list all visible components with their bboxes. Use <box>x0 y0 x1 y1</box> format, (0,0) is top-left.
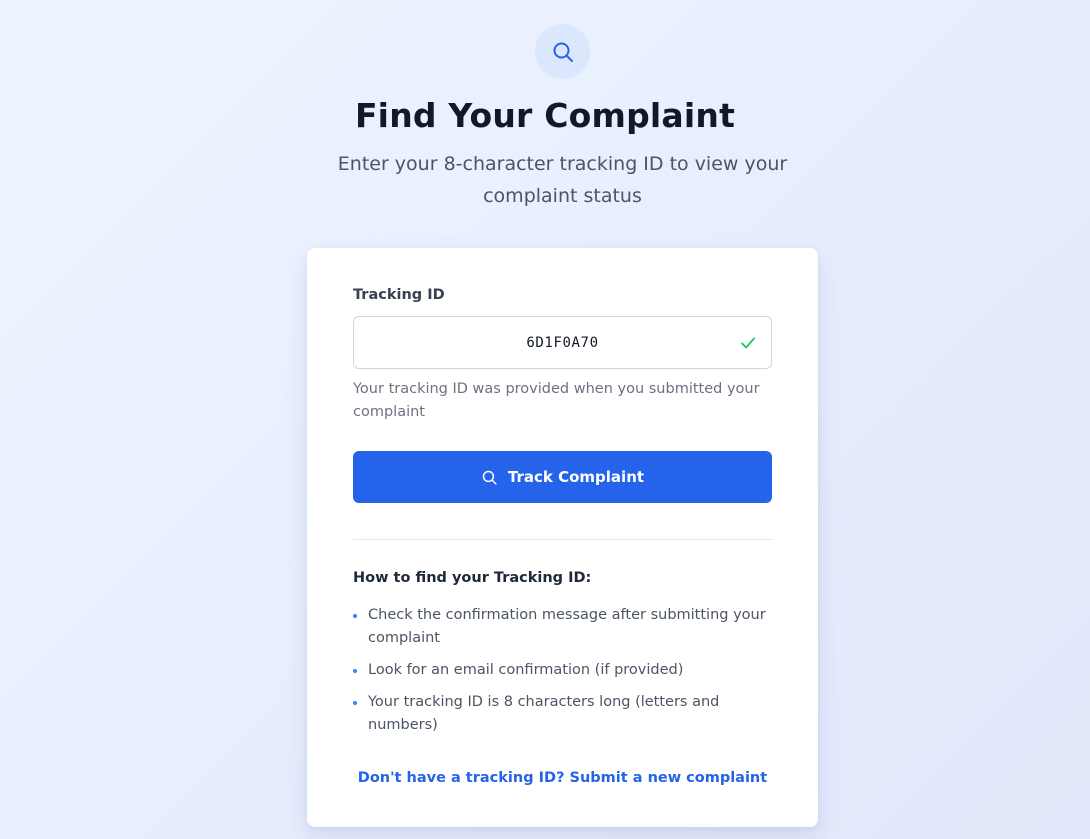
tracking-id-input[interactable] <box>354 317 771 368</box>
track-complaint-label: Track Complaint <box>507 468 645 486</box>
tracking-card: Tracking ID Your tracking ID was provide… <box>307 248 818 827</box>
list-item-text: Look for an email confirmation (if provi… <box>368 662 684 678</box>
list-item-text: Your tracking ID is 8 characters long (l… <box>368 694 720 733</box>
bullet-icon <box>353 669 357 673</box>
bullet-icon <box>353 701 357 705</box>
tracking-id-help-text: Your tracking ID was provided when you s… <box>353 381 760 420</box>
list-item-text: Check the confirmation message after sub… <box>368 607 766 646</box>
howto-list: Check the confirmation message after sub… <box>353 604 773 746</box>
divider <box>353 539 772 540</box>
list-item: Check the confirmation message after sub… <box>353 604 773 650</box>
tracking-id-label: Tracking ID <box>353 287 445 303</box>
howto-title: How to find your Tracking ID: <box>353 570 592 586</box>
search-icon <box>553 42 573 62</box>
track-complaint-button[interactable]: Track Complaint <box>353 451 772 503</box>
list-item: Your tracking ID is 8 characters long (l… <box>353 691 773 737</box>
submit-new-complaint-link[interactable]: Don't have a tracking ID? Submit a new c… <box>307 770 818 786</box>
tracking-id-field-wrapper <box>353 316 772 369</box>
check-icon <box>741 337 755 349</box>
page-title: Find Your Complaint <box>354 96 736 135</box>
page-subtitle: Enter your 8-character tracking ID to vi… <box>337 153 788 207</box>
search-icon <box>482 470 497 485</box>
bullet-icon <box>353 614 357 618</box>
list-item: Look for an email confirmation (if provi… <box>353 659 773 682</box>
header-icon-badge <box>535 24 590 79</box>
